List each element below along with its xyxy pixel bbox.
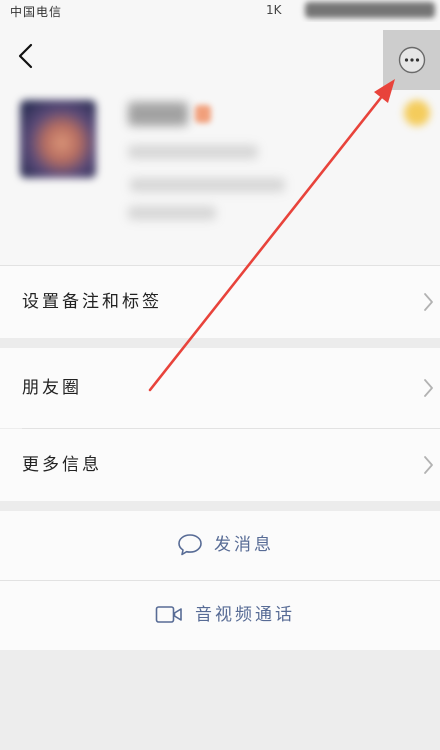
profile-card xyxy=(0,90,440,265)
carrier-name: 中国电信 xyxy=(10,5,63,19)
back-button[interactable] xyxy=(12,40,40,72)
menu-item-label: 更多信息 xyxy=(22,455,102,475)
send-message-button[interactable]: 发消息 xyxy=(0,511,440,580)
menu-item-more-info[interactable]: 更多信息 xyxy=(0,429,440,501)
gender-badge-blurred xyxy=(195,105,211,123)
chat-bubble-icon xyxy=(178,534,202,556)
nav-header xyxy=(0,22,440,90)
send-message-label: 发消息 xyxy=(214,535,274,555)
chevron-left-icon xyxy=(18,43,33,69)
network-speed: 1K xyxy=(266,3,282,17)
more-button[interactable] xyxy=(383,30,440,90)
chevron-right-icon xyxy=(424,379,433,397)
menu-item-moments[interactable]: 朋友圈 xyxy=(0,348,440,428)
profile-detail-line xyxy=(128,145,258,159)
menu-item-label: 朋友圈 xyxy=(22,378,82,398)
avatar[interactable] xyxy=(20,100,96,178)
more-dots-icon xyxy=(398,46,425,74)
video-call-button[interactable]: 音视频通话 xyxy=(0,581,440,650)
chevron-right-icon xyxy=(424,456,433,474)
section-gap xyxy=(0,501,440,511)
menu-item-label: 设置备注和标签 xyxy=(22,292,162,312)
menu-item-remark-tags[interactable]: 设置备注和标签 xyxy=(0,266,440,338)
profile-detail-line xyxy=(128,206,216,220)
contact-profile-screen: 中国电信 1K 设置备注和标签 朋友圈 更多信息 发消息 音视频通话 xyxy=(0,0,440,750)
video-call-icon xyxy=(155,606,182,623)
status-icons-blurred xyxy=(305,2,435,18)
star-icon[interactable] xyxy=(404,100,430,126)
profile-detail-line xyxy=(130,178,285,192)
profile-name-blurred xyxy=(128,102,188,126)
chevron-right-icon xyxy=(424,293,433,311)
video-call-label: 音视频通话 xyxy=(195,605,295,625)
status-bar: 中国电信 1K xyxy=(0,0,440,22)
section-gap xyxy=(0,338,440,348)
